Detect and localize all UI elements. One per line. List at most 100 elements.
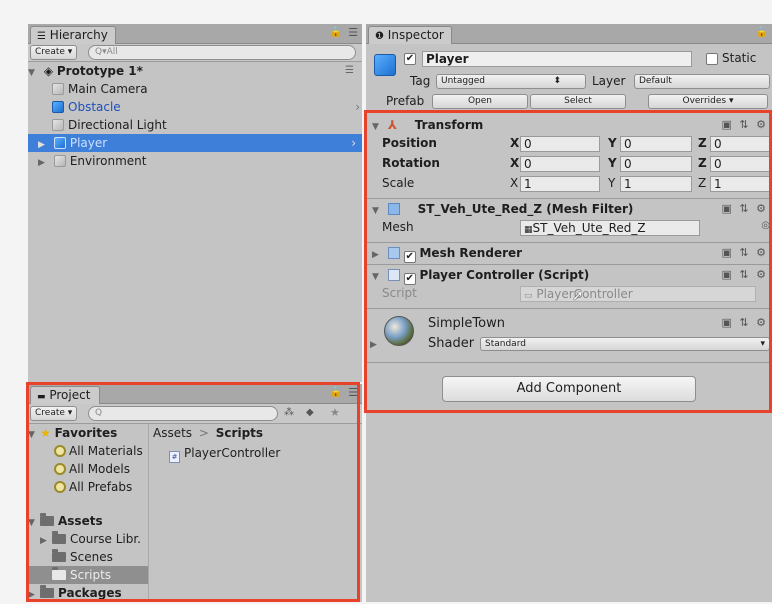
component-icons[interactable]: ▣ ⇅ ⚙ <box>722 116 768 134</box>
rotation-x-field[interactable]: 0 <box>520 156 600 172</box>
file-label: PlayerController <box>184 446 281 460</box>
hierarchy-item-environment[interactable]: ▶ Environment <box>28 152 362 170</box>
favorites-row[interactable]: ▼ ★ Favorites <box>28 424 117 442</box>
hierarchy-item-directional-light[interactable]: Directional Light <box>52 116 352 134</box>
shader-value: Standard <box>485 339 526 349</box>
scale-y-field[interactable]: 1 <box>620 176 692 192</box>
overrides-label: Overrides <box>682 96 727 106</box>
object-header: ✔ Player Static Tag Untagged ⬍ Layer Defa… <box>366 44 772 112</box>
component-icons[interactable]: ▣ ⇅ ⚙ <box>722 244 768 262</box>
transform-title: Transform <box>414 118 484 132</box>
z-label: Z <box>698 176 707 190</box>
mouse-cursor-icon: ➚ <box>572 288 584 304</box>
lock-icon[interactable]: 🔒 <box>756 27 768 38</box>
hierarchy-search-input[interactable]: Q▾All <box>88 45 356 60</box>
project-tab[interactable]: ▬ Project <box>30 386 100 404</box>
chevron-down-icon[interactable]: ▼ <box>28 426 40 444</box>
chevron-right-icon[interactable]: ▶ <box>372 246 384 264</box>
item-label: Directional Light <box>68 118 167 132</box>
project-search-input[interactable]: Q <box>88 406 278 421</box>
tag-dropdown[interactable]: Untagged ⬍ <box>436 74 586 89</box>
hierarchy-item-obstacle[interactable]: Obstacle › <box>52 98 362 116</box>
scene-menu-icon[interactable]: ☰ <box>345 62 354 80</box>
inspector-tab[interactable]: ❶ Inspector <box>368 26 452 44</box>
assets-row[interactable]: ▼ Assets <box>28 512 103 530</box>
favorite-item[interactable]: All Models <box>54 460 130 478</box>
favorite-star-icon[interactable]: ★ <box>330 406 340 419</box>
hierarchy-item-main-camera[interactable]: Main Camera <box>52 80 352 98</box>
prefab-open-button[interactable]: Open <box>432 94 528 109</box>
rotation-y-field[interactable]: 0 <box>620 156 692 172</box>
favorite-item[interactable]: All Prefabs <box>54 478 132 496</box>
chevron-down-icon[interactable]: ▼ <box>372 118 384 136</box>
search-icon: Q <box>95 408 103 418</box>
chevron-right-icon[interactable]: ▶ <box>40 532 52 550</box>
layer-dropdown[interactable]: Default <box>634 74 770 89</box>
asset-folder-scenes[interactable]: Scenes <box>52 548 113 566</box>
panel-menu-icon[interactable]: ☰ <box>348 26 358 39</box>
static-checkbox[interactable] <box>706 53 718 65</box>
hierarchy-toolbar: Create ▾ Q▾All <box>28 44 362 62</box>
chevron-right-icon[interactable]: ▶ <box>370 340 377 350</box>
x-label: X <box>510 176 519 190</box>
active-checkbox[interactable]: ✔ <box>404 53 416 65</box>
chevron-down-icon[interactable]: ▼ <box>28 64 40 82</box>
object-name-field[interactable]: Player <box>422 51 692 67</box>
asset-folder-scripts[interactable]: Scripts <box>28 566 148 584</box>
prefab-overrides-dropdown[interactable]: Overrides ▾ <box>648 94 768 109</box>
asset-file-playercontroller[interactable]: # PlayerController <box>169 444 281 463</box>
lock-icon[interactable]: 🔒 <box>330 387 342 398</box>
item-label: Obstacle <box>68 100 121 114</box>
prefab-select-button[interactable]: Select <box>530 94 626 109</box>
component-icons[interactable]: ▣ ⇅ ⚙ <box>722 316 768 329</box>
hierarchy-item-player[interactable]: ▶ Player › <box>28 134 362 152</box>
divider <box>366 308 772 309</box>
project-create-button[interactable]: Create ▾ <box>30 406 78 421</box>
hierarchy-tab[interactable]: ☰ Hierarchy <box>30 26 116 44</box>
chevron-right-icon[interactable]: ▶ <box>38 154 50 172</box>
filter-type-icon[interactable]: ⁂ <box>284 407 294 418</box>
favorite-item[interactable]: All Materials <box>54 442 143 460</box>
chevron-right-icon[interactable]: › <box>355 98 360 116</box>
lock-icon[interactable]: 🔒 <box>330 27 342 38</box>
shader-dropdown[interactable]: Standard ▾ <box>480 337 770 351</box>
z-label: Z <box>698 156 707 170</box>
filter-label-icon[interactable]: ◆ <box>306 407 314 418</box>
create-label: Create <box>35 408 65 418</box>
layer-value: Default <box>639 76 672 86</box>
chevron-down-icon[interactable]: ▼ <box>28 514 40 532</box>
mesh-renderer-checkbox[interactable]: ✔ <box>403 251 416 263</box>
panel-menu-icon[interactable]: ☰ <box>348 386 358 399</box>
rotation-z-field[interactable]: 0 <box>710 156 770 172</box>
scale-z-field[interactable]: 1 <box>710 176 770 192</box>
chevron-right-icon[interactable]: › <box>351 134 356 152</box>
position-z-field[interactable]: 0 <box>710 136 770 152</box>
scene-row[interactable]: ▼ ◈ Prototype 1* ☰ <box>28 62 362 80</box>
chevron-down-icon[interactable]: ▼ <box>372 268 384 286</box>
add-component-label: Add Component <box>516 381 622 396</box>
chevron-down-icon[interactable]: ▼ <box>372 202 384 220</box>
folder-label: Scripts <box>70 568 112 582</box>
project-content: Assets > Scripts # PlayerController <box>148 424 362 602</box>
hierarchy-create-button[interactable]: Create ▾ <box>30 45 78 60</box>
position-y-field[interactable]: 0 <box>620 136 692 152</box>
component-icons[interactable]: ▣ ⇅ ⚙ <box>722 266 768 284</box>
chevron-right-icon[interactable]: ▶ <box>28 586 40 602</box>
add-component-button[interactable]: Add Component <box>442 376 696 402</box>
asset-folder-course-library[interactable]: ▶ Course Libr. <box>40 530 141 548</box>
breadcrumb-assets[interactable]: Assets <box>153 426 192 440</box>
item-label: Environment <box>69 154 147 168</box>
breadcrumb-scripts[interactable]: Scripts <box>216 426 263 440</box>
component-icons[interactable]: ▣ ⇅ ⚙ <box>722 200 768 218</box>
shader-label: Shader <box>428 336 475 351</box>
object-picker-icon[interactable]: ◎ <box>761 220 770 231</box>
player-controller-header[interactable]: ▼ ✔ Player Controller (Script) ▣ ⇅ ⚙ <box>372 266 772 286</box>
mesh-field[interactable]: ▦ST_Veh_Ute_Red_Z <box>520 220 700 236</box>
scale-x-field[interactable]: 1 <box>520 176 600 192</box>
player-controller-checkbox[interactable]: ✔ <box>403 273 416 285</box>
packages-row[interactable]: ▶ Packages <box>28 584 122 602</box>
mesh-filter-header[interactable]: ▼ ST_Veh_Ute_Red_Z (Mesh Filter) ▣ ⇅ ⚙ <box>372 200 772 218</box>
mesh-renderer-header[interactable]: ▶ ✔ Mesh Renderer ▣ ⇅ ⚙ <box>372 244 772 264</box>
transform-header[interactable]: ▼ ⅄ Transform ▣ ⇅ ⚙ <box>372 116 772 134</box>
position-x-field[interactable]: 0 <box>520 136 600 152</box>
